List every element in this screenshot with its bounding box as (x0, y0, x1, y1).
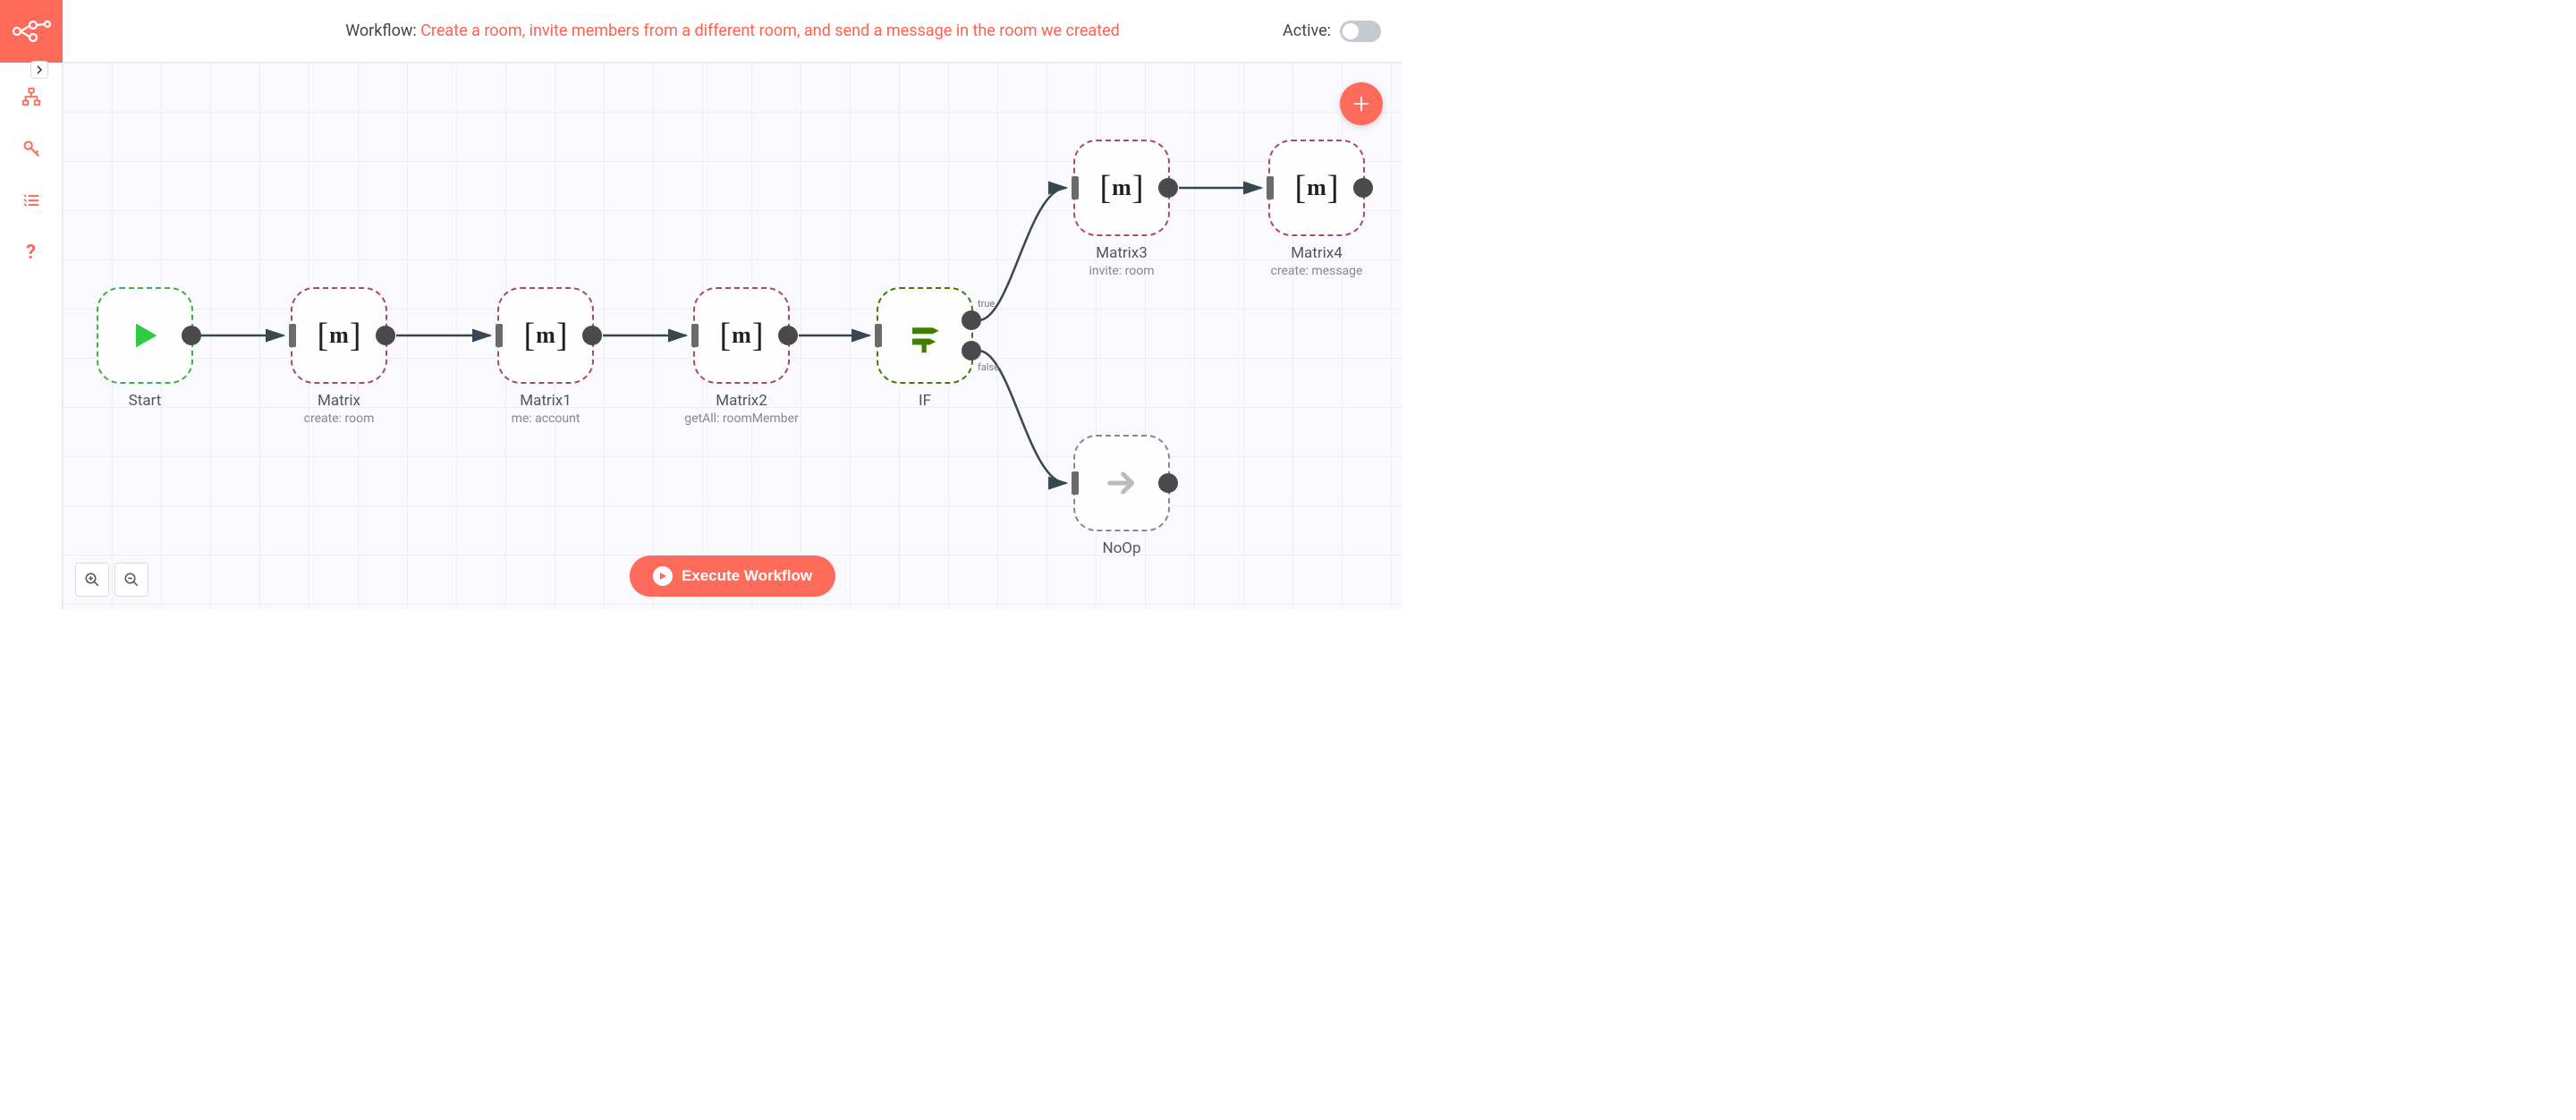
workflow-name[interactable]: Create a room, invite members from a dif… (420, 21, 1120, 40)
zoom-controls (75, 563, 148, 597)
port-in[interactable] (1072, 471, 1079, 495)
zoom-out-icon (123, 572, 140, 588)
port-in[interactable] (289, 324, 296, 347)
node-matrix2[interactable]: m Matrix2 getAll: roomMember (693, 287, 790, 384)
node-matrix4[interactable]: m Matrix4 create: message (1268, 140, 1365, 236)
sidebar-expand-button[interactable] (30, 61, 48, 79)
port-label-true: true (978, 298, 995, 310)
port-in[interactable] (496, 324, 503, 347)
execute-workflow-button[interactable]: Execute Workflow (630, 556, 835, 597)
port-out[interactable] (778, 326, 798, 345)
question-icon: ? (26, 242, 36, 264)
node-title: Matrix2 (684, 392, 798, 410)
canvas[interactable]: Start m Matrix create: room m Matrix1 me… (63, 63, 1402, 609)
header: Workflow: Create a room, invite members … (63, 0, 1402, 63)
node-title: Matrix (304, 392, 375, 410)
play-circle-icon (653, 566, 673, 586)
port-label-false: false (978, 361, 999, 373)
port-in[interactable] (875, 324, 882, 347)
port-out[interactable] (582, 326, 602, 345)
node-subtitle: getAll: roomMember (684, 412, 798, 426)
port-out-false[interactable]: false (962, 341, 981, 361)
matrix-icon: m (720, 316, 764, 355)
node-title: Matrix4 (1271, 244, 1363, 262)
network-icon (21, 87, 41, 106)
port-out[interactable] (182, 326, 201, 345)
workflow-prefix: Workflow: (345, 21, 420, 40)
active-toggle[interactable] (1340, 21, 1381, 42)
play-icon (127, 318, 163, 353)
node-subtitle: me: account (512, 412, 580, 426)
port-out[interactable] (1158, 178, 1178, 198)
zoom-out-button[interactable] (114, 563, 148, 597)
matrix-icon: m (524, 316, 568, 355)
sidebar-item-executions[interactable] (13, 182, 49, 218)
node-matrix1[interactable]: m Matrix1 me: account (497, 287, 594, 384)
arrow-right-icon (1104, 465, 1140, 501)
port-in[interactable] (1267, 176, 1274, 199)
zoom-in-button[interactable] (75, 563, 109, 597)
port-in[interactable] (691, 324, 699, 347)
matrix-icon: m (1295, 168, 1339, 208)
port-out[interactable] (376, 326, 395, 345)
active-label: Active: (1283, 21, 1331, 40)
node-title: Matrix3 (1089, 244, 1154, 262)
port-out[interactable] (1158, 473, 1178, 493)
key-icon (22, 140, 40, 157)
node-title: NoOp (1102, 539, 1140, 557)
plus-icon (1352, 94, 1371, 114)
node-start[interactable]: Start (97, 287, 193, 384)
sidebar-item-workflows[interactable] (13, 79, 49, 115)
node-subtitle: create: room (304, 412, 375, 426)
add-node-button[interactable] (1340, 82, 1383, 125)
port-out-true[interactable]: true (962, 310, 981, 330)
workflow-title-area: Workflow: Create a room, invite members … (63, 21, 1402, 40)
node-if[interactable]: true false IF (877, 287, 973, 384)
sidebar-item-help[interactable]: ? (13, 234, 49, 270)
execute-label: Execute Workflow (682, 567, 812, 585)
branch-icon (906, 317, 944, 354)
node-matrix3[interactable]: m Matrix3 invite: room (1073, 140, 1170, 236)
node-title: Matrix1 (512, 392, 580, 410)
node-matrix[interactable]: m Matrix create: room (291, 287, 387, 384)
n8n-logo-icon (12, 19, 51, 44)
sidebar-item-credentials[interactable] (13, 131, 49, 166)
sidebar: ? (0, 0, 63, 609)
matrix-icon: m (318, 316, 361, 355)
port-in[interactable] (1072, 176, 1079, 199)
port-out[interactable] (1353, 178, 1373, 198)
matrix-icon: m (1100, 168, 1144, 208)
node-title: Start (129, 392, 162, 410)
node-noop[interactable]: NoOp (1073, 435, 1170, 531)
toggle-knob (1343, 23, 1359, 39)
node-subtitle: create: message (1271, 264, 1363, 278)
node-subtitle: invite: room (1089, 264, 1154, 278)
list-icon (22, 191, 40, 209)
app-logo[interactable] (0, 0, 63, 63)
node-title: IF (919, 392, 931, 410)
zoom-in-icon (84, 572, 100, 588)
